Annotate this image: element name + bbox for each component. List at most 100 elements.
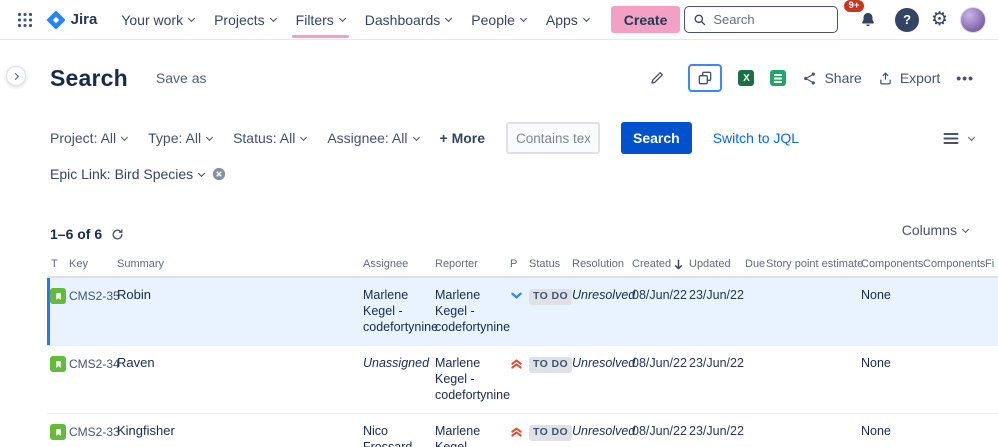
filter-status-dropdown[interactable]: Status: All xyxy=(233,130,308,146)
share-button[interactable]: Share xyxy=(802,70,862,86)
nav-item-apps[interactable]: Apps xyxy=(536,0,599,40)
page-header: Search Save as X Share Export ••• xyxy=(50,58,974,98)
global-search-input[interactable] xyxy=(713,12,824,27)
col-header-reporter[interactable]: Reporter xyxy=(431,258,506,270)
table-row[interactable]: CMS2-35 Robin Marlene Kegel - codefortyn… xyxy=(47,278,998,346)
contains-text-input[interactable] xyxy=(506,122,601,154)
issue-summary[interactable]: Raven xyxy=(113,355,359,371)
refresh-icon xyxy=(112,228,123,239)
table-row[interactable]: CMS2-33 Kingfisher Nico Frossard - codef… xyxy=(47,414,998,447)
resolution-cell: Unresolved xyxy=(572,356,636,370)
filter-project-dropdown[interactable]: Project: All xyxy=(50,130,129,146)
col-header-components-2[interactable]: Components xyxy=(919,258,985,270)
col-header-due[interactable]: Due xyxy=(741,258,765,270)
jira-logo[interactable]: Jira xyxy=(42,10,110,30)
nav-label: Your work xyxy=(121,11,184,28)
col-header-type[interactable]: T xyxy=(47,258,65,270)
filter-type-dropdown[interactable]: Type: All xyxy=(148,130,214,146)
chevron-down-icon xyxy=(300,133,308,141)
export-sheets-button[interactable] xyxy=(770,70,787,86)
issue-table: T Key Summary Assignee Reporter P Status… xyxy=(47,258,998,447)
col-header-assignee[interactable]: Assignee xyxy=(359,258,431,270)
save-as-button[interactable]: Save as xyxy=(156,70,207,86)
columns-button[interactable]: Columns xyxy=(896,218,974,242)
reporter-cell: Marlene Kegel - codefortynine xyxy=(435,424,481,447)
issue-summary[interactable]: Kingfisher xyxy=(113,423,359,439)
create-button[interactable]: Create xyxy=(610,6,681,33)
table-header-row: T Key Summary Assignee Reporter P Status… xyxy=(47,258,998,278)
more-actions-button[interactable]: ••• xyxy=(956,70,974,86)
results-count-wrap: 1–6 of 6 xyxy=(50,226,124,242)
profile-menu-button[interactable] xyxy=(960,6,986,33)
nav-item-your-work[interactable]: Your work xyxy=(111,0,204,40)
notifications-badge: 9+ xyxy=(841,0,867,14)
story-type-icon xyxy=(50,356,66,372)
more-filters-button[interactable]: + More xyxy=(440,130,486,146)
grid-icon xyxy=(17,12,32,27)
list-view-options-button[interactable] xyxy=(943,132,976,145)
created-cell: 08/Jun/22 xyxy=(632,356,687,370)
col-header-resolution[interactable]: Resolution xyxy=(568,258,628,270)
col-header-status[interactable]: Status xyxy=(525,258,568,270)
settings-button[interactable]: ⚙ xyxy=(931,10,948,29)
avatar xyxy=(960,6,986,33)
refresh-button[interactable] xyxy=(111,228,124,241)
list-lines-icon xyxy=(943,132,959,144)
filter-search-button[interactable]: Search xyxy=(621,122,692,154)
col-header-summary[interactable]: Summary xyxy=(113,258,359,270)
app-switcher-button[interactable] xyxy=(10,5,40,35)
status-badge: TO DO xyxy=(529,288,573,306)
sort-desc-icon xyxy=(675,259,683,269)
export-excel-button[interactable]: X xyxy=(738,70,755,86)
assignee-cell: Marlene Kegel - codefortynine xyxy=(363,288,439,334)
issue-key[interactable]: CMS2-33 xyxy=(65,423,120,440)
status-cell: TO DO xyxy=(525,287,573,306)
detail-view-toggle-button[interactable] xyxy=(688,64,723,92)
export-button[interactable]: Export xyxy=(878,70,940,86)
chevron-down-icon xyxy=(198,169,206,177)
components-cell: None xyxy=(861,424,891,438)
col-header-key[interactable]: Key xyxy=(65,258,113,270)
status-cell: TO DO xyxy=(525,423,573,442)
filter-label: Type: All xyxy=(148,130,202,146)
issue-type-cell xyxy=(47,355,66,372)
search-icon xyxy=(694,14,706,25)
nav-item-projects[interactable]: Projects xyxy=(204,0,286,40)
col-header-components[interactable]: Components xyxy=(857,258,923,270)
table-row[interactable]: CMS2-34 Raven Unassigned Marlene Kegel -… xyxy=(47,346,998,414)
updated-cell: 23/Jun/22 xyxy=(689,288,744,302)
priority-lowest-icon xyxy=(511,292,522,299)
nav-item-dashboards[interactable]: Dashboards xyxy=(355,0,462,40)
col-header-story-point-estimate[interactable]: Story point estimate xyxy=(762,258,863,270)
filter-assignee-dropdown[interactable]: Assignee: All xyxy=(327,130,420,146)
issue-key[interactable]: CMS2-34 xyxy=(65,355,120,372)
col-header-priority[interactable]: P xyxy=(506,258,525,270)
col-header-created[interactable]: Created xyxy=(628,258,685,270)
chevron-down-icon xyxy=(412,133,420,141)
resolution-cell: Unresolved xyxy=(572,424,636,438)
help-button[interactable]: ? xyxy=(895,7,919,32)
switch-to-jql-link[interactable]: Switch to JQL xyxy=(713,130,799,146)
bell-icon xyxy=(862,12,875,26)
global-search[interactable] xyxy=(684,6,838,33)
filter-label: Project: All xyxy=(50,130,117,146)
page-header-actions: X Share Export ••• xyxy=(642,63,974,93)
sidebar-expand-button[interactable] xyxy=(6,66,26,86)
col-header-updated[interactable]: Updated xyxy=(685,258,741,270)
remove-epic-filter-button[interactable] xyxy=(212,167,226,181)
components-cell: None xyxy=(861,288,891,302)
nav-item-filters[interactable]: Filters xyxy=(286,0,355,40)
status-cell: TO DO xyxy=(525,355,573,374)
story-type-icon xyxy=(50,288,66,304)
copy-view-icon xyxy=(699,71,712,85)
notifications-button[interactable]: 9+ xyxy=(841,0,884,35)
close-circle-icon xyxy=(213,167,226,181)
epic-link-filter-chip[interactable]: Epic Link: Bird Species xyxy=(50,166,206,182)
col-header-fix-truncated[interactable]: Fi xyxy=(981,258,998,270)
nav-label: People xyxy=(471,11,515,28)
assignee-cell: Nico Frossard - codefortynine xyxy=(363,424,420,447)
nav-item-people[interactable]: People xyxy=(461,0,536,40)
issue-key[interactable]: CMS2-35 xyxy=(65,287,120,304)
issue-summary[interactable]: Robin xyxy=(113,287,359,303)
edit-filter-button[interactable] xyxy=(642,63,672,93)
